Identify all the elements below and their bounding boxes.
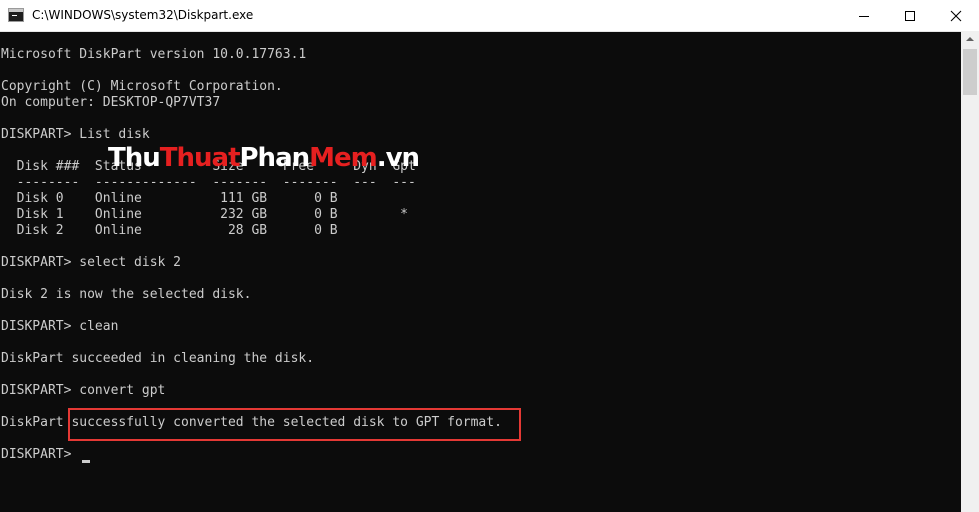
maximize-icon (905, 11, 915, 21)
console-line: Disk 2 is now the selected disk. (1, 287, 252, 302)
scroll-up-icon[interactable] (961, 31, 979, 48)
console-line: DISKPART> (1, 447, 80, 462)
minimize-icon (859, 16, 869, 17)
console-line: -------- ------------- ------- ------- -… (1, 175, 416, 190)
console-line: Disk 0 Online 111 GB 0 B (1, 191, 338, 206)
text-cursor (82, 460, 90, 463)
console-line: DISKPART> select disk 2 (1, 255, 182, 270)
console-line: Disk 2 Online 28 GB 0 B (1, 223, 338, 238)
console-line: DiskPart succeeded in cleaning the disk. (1, 351, 315, 366)
console-line: Disk 1 Online 232 GB 0 B * (1, 207, 408, 222)
console-line: On computer: DESKTOP-QP7VT37 (1, 95, 221, 110)
close-icon (950, 10, 962, 22)
window-title: C:\WINDOWS\system32\Diskpart.exe (32, 8, 254, 22)
console-line: Copyright (C) Microsoft Corporation. (1, 79, 283, 94)
highlight-box (68, 408, 521, 441)
maximize-button[interactable] (887, 0, 933, 31)
console-line: Microsoft DiskPart version 10.0.17763.1 (1, 47, 307, 62)
watermark-logo: ThuThuatPhanMem.vn (108, 143, 420, 173)
scrollbar-thumb[interactable] (963, 49, 977, 95)
console-app-icon (8, 8, 24, 22)
title-bar[interactable]: C:\WINDOWS\system32\Diskpart.exe (0, 0, 979, 32)
close-button[interactable] (933, 0, 979, 31)
console-line: DISKPART> convert gpt (1, 383, 166, 398)
vertical-scrollbar[interactable] (961, 31, 979, 512)
minimize-button[interactable] (841, 0, 887, 31)
console-line: DISKPART> List disk (1, 127, 150, 142)
console-line: DISKPART> clean (1, 319, 119, 334)
